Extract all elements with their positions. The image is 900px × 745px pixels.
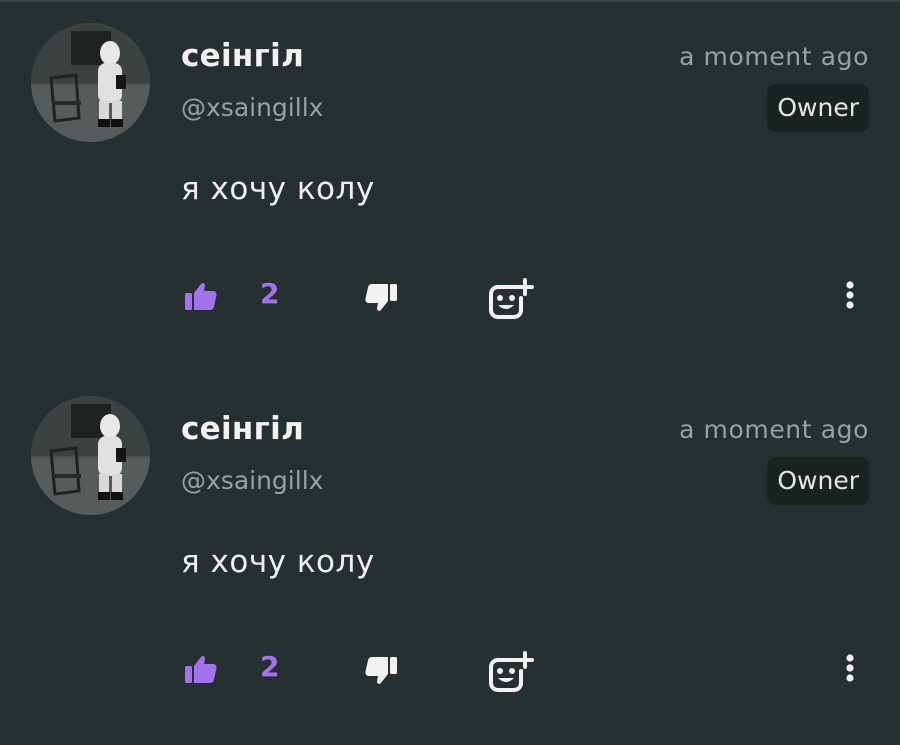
dislike-button[interactable]: [361, 278, 401, 318]
add-reaction-icon: [489, 651, 534, 692]
avatar[interactable]: [31, 396, 150, 515]
comment-text: я хочу колу: [181, 544, 375, 580]
author-handle[interactable]: @xsaingillx: [181, 466, 323, 495]
comment-item: сеінгіл @xsaingillx a moment ago Owner я…: [0, 373, 900, 745]
thumbs-up-icon: [185, 656, 217, 683]
thumbs-down-icon: [365, 657, 397, 684]
comment-item: сеінгіл @xsaingillx a moment ago Owner я…: [0, 0, 900, 372]
more-options-button[interactable]: [834, 649, 866, 689]
dislike-button[interactable]: [361, 651, 401, 691]
like-button[interactable]: [181, 649, 221, 689]
thumbs-up-icon: [185, 283, 217, 310]
owner-badge: Owner: [767, 457, 869, 505]
author-name[interactable]: сеінгіл: [181, 411, 304, 447]
avatar-image: [31, 396, 150, 515]
like-count: 2: [260, 277, 280, 310]
thumbs-down-icon: [365, 284, 397, 311]
avatar[interactable]: [31, 23, 150, 142]
author-handle[interactable]: @xsaingillx: [181, 93, 323, 122]
author-name[interactable]: сеінгіл: [181, 38, 304, 74]
owner-badge: Owner: [767, 84, 869, 132]
timestamp: a moment ago: [679, 42, 869, 71]
more-vertical-icon: [846, 281, 854, 309]
more-vertical-icon: [846, 654, 854, 682]
like-button[interactable]: [181, 276, 221, 316]
more-options-button[interactable]: [834, 276, 866, 316]
add-reaction-icon: [489, 278, 534, 319]
timestamp: a moment ago: [679, 415, 869, 444]
like-count: 2: [260, 650, 280, 683]
add-reaction-button[interactable]: [486, 649, 534, 695]
add-reaction-button[interactable]: [486, 276, 534, 322]
comment-text: я хочу колу: [181, 171, 375, 207]
avatar-image: [31, 23, 150, 142]
